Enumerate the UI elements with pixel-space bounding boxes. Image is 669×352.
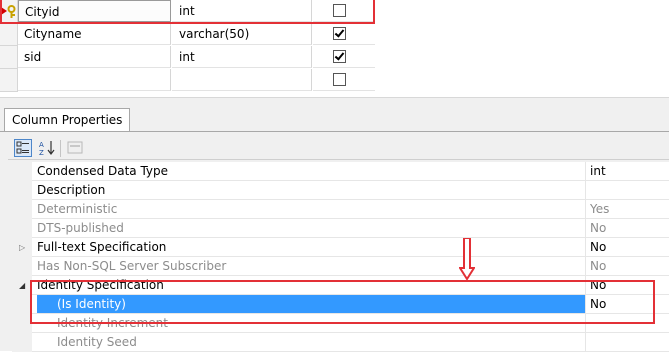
column-properties-panel: Column Properties A Z Condensed Data Typ…	[0, 105, 669, 352]
column-name-cell[interactable]: Cityname	[18, 23, 171, 45]
data-type-cell[interactable]	[172, 69, 312, 91]
property-value[interactable]: int	[590, 162, 668, 180]
property-name: Identity Specification	[37, 276, 586, 294]
property-row[interactable]: Deterministic Yes	[12, 200, 669, 219]
property-value	[590, 314, 668, 332]
row-gutter	[12, 314, 32, 333]
row-gutter	[12, 181, 32, 200]
property-value[interactable]	[590, 181, 668, 199]
row-gutter	[12, 257, 32, 276]
property-value: No	[590, 221, 607, 235]
table-row[interactable]: Cityname varchar(50)	[0, 23, 375, 46]
property-name: Identity Increment	[37, 314, 586, 332]
tab-divider	[0, 131, 669, 132]
property-value: No	[590, 259, 607, 273]
row-gutter	[12, 295, 32, 314]
property-row[interactable]: DTS-published No	[12, 219, 669, 238]
row-gutter	[12, 219, 32, 238]
allow-nulls-cell	[313, 0, 375, 22]
property-value[interactable]: No	[590, 276, 668, 294]
collapse-icon[interactable]: ◢	[19, 281, 25, 290]
allow-nulls-cell	[313, 23, 375, 45]
row-gutter	[12, 333, 32, 352]
property-name: Description	[37, 181, 586, 199]
data-type-cell[interactable]: int	[172, 46, 312, 68]
row-gutter: ▷	[12, 238, 32, 257]
expand-icon[interactable]: ▷	[19, 243, 25, 252]
property-value[interactable]: No	[590, 238, 668, 256]
allow-nulls-cell	[313, 69, 375, 91]
row-selector[interactable]	[0, 23, 18, 46]
column-name-cell[interactable]: sid	[18, 46, 171, 68]
row-selector[interactable]	[0, 69, 18, 92]
alphabetical-icon[interactable]: A Z	[38, 139, 56, 157]
property-name: (Is Identity)	[37, 295, 586, 313]
table-design-grid: Cityid int Cityname varchar(50) sid int	[0, 0, 669, 97]
allow-nulls-checkbox[interactable]	[333, 4, 346, 17]
property-name: Deterministic	[37, 200, 586, 218]
column-name-cell[interactable]	[18, 69, 171, 91]
property-name: DTS-published	[37, 219, 586, 237]
toolbar-separator	[60, 140, 61, 157]
property-row[interactable]: Has Non-SQL Server Subscriber No	[12, 257, 669, 276]
column-name-cell[interactable]: Cityid	[18, 0, 171, 22]
svg-text:Z: Z	[39, 149, 44, 157]
property-grid: Condensed Data Type int Description Dete…	[12, 162, 669, 352]
property-value: Yes	[590, 202, 610, 216]
property-value	[590, 333, 668, 351]
table-row[interactable]	[0, 69, 375, 92]
primary-key-icon	[1, 5, 16, 18]
row-gutter	[12, 162, 32, 181]
tab-column-properties[interactable]: Column Properties	[4, 108, 131, 132]
property-row[interactable]: ◢ Identity Specification No	[12, 276, 669, 295]
property-name: Identity Seed	[37, 333, 586, 351]
allow-nulls-checkbox[interactable]	[333, 73, 346, 86]
property-row[interactable]: Identity Increment	[12, 314, 669, 333]
row-selector[interactable]	[0, 46, 18, 69]
property-pages-icon[interactable]	[66, 139, 84, 157]
row-gutter: ◢	[12, 276, 32, 295]
property-row-selected[interactable]: (Is Identity) No	[12, 295, 669, 314]
row-gutter	[12, 200, 32, 219]
property-name: Full-text Specification	[37, 238, 586, 256]
allow-nulls-checkbox[interactable]	[333, 50, 346, 63]
data-type-cell[interactable]: varchar(50)	[172, 23, 312, 45]
property-name: Has Non-SQL Server Subscriber	[37, 257, 586, 275]
categorized-icon[interactable]	[14, 139, 32, 157]
allow-nulls-checkbox[interactable]	[333, 27, 346, 40]
down-arrow-icon	[459, 238, 475, 280]
property-row[interactable]: Identity Seed	[12, 333, 669, 352]
property-row[interactable]: ▷ Full-text Specification No	[12, 238, 669, 257]
svg-text:A: A	[39, 141, 44, 149]
table-row[interactable]: Cityid int	[0, 0, 375, 23]
table-row[interactable]: sid int	[0, 46, 375, 69]
properties-toolbar: A Z	[8, 135, 669, 160]
allow-nulls-cell	[313, 46, 375, 68]
property-row[interactable]: Description	[12, 181, 669, 200]
property-row[interactable]: Condensed Data Type int	[12, 162, 669, 181]
row-selector[interactable]	[0, 0, 18, 23]
property-value[interactable]: No	[590, 295, 668, 313]
data-type-cell[interactable]: int	[172, 0, 312, 22]
property-name: Condensed Data Type	[37, 162, 586, 180]
